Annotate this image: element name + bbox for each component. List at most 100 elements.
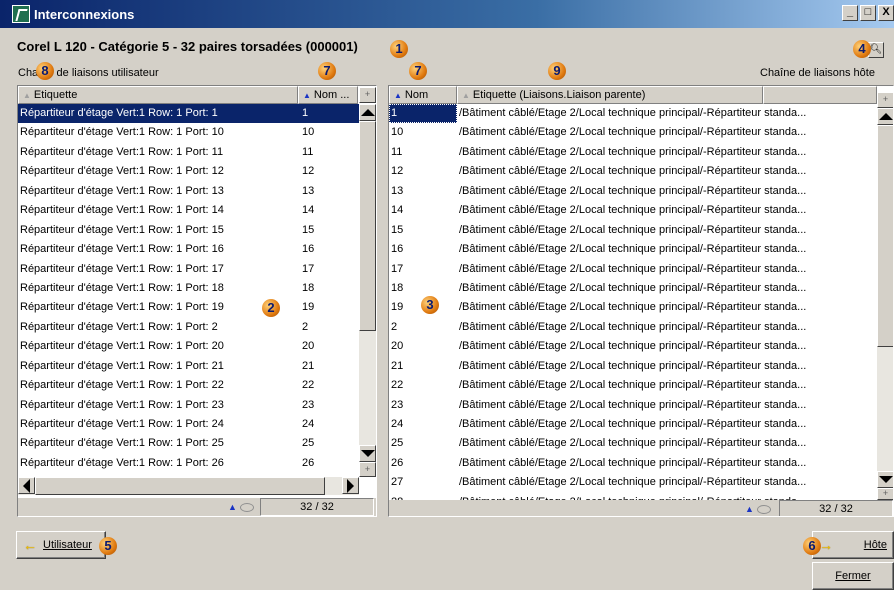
table-row[interactable]: Répartiteur d'étage Vert:1 Row: 1 Port: … bbox=[18, 415, 359, 434]
arrow-down-icon bbox=[878, 476, 893, 483]
scroll-right-button[interactable] bbox=[342, 477, 359, 494]
view-icon bbox=[239, 503, 254, 513]
left-vertical-scrollbar[interactable] bbox=[359, 104, 376, 462]
table-row[interactable]: 14/Bâtiment câblé/Etage 2/Local techniqu… bbox=[389, 201, 877, 220]
table-row[interactable]: 11/Bâtiment câblé/Etage 2/Local techniqu… bbox=[389, 143, 877, 162]
cell-etiquette: Répartiteur d'étage Vert:1 Row: 1 Port: … bbox=[20, 379, 224, 392]
table-row[interactable]: 26/Bâtiment câblé/Etage 2/Local techniqu… bbox=[389, 454, 877, 473]
cell-etiquette: Répartiteur d'étage Vert:1 Row: 1 Port: … bbox=[20, 165, 224, 178]
maximize-button[interactable]: □ bbox=[860, 5, 876, 21]
cell-etiquette-parente: /Bâtiment câblé/Etage 2/Local technique … bbox=[459, 476, 807, 489]
host-link-rows: 1/Bâtiment câblé/Etage 2/Local technique… bbox=[389, 104, 877, 512]
user-button[interactable]: ← Utilisateur bbox=[16, 531, 106, 559]
host-button[interactable]: → Hôte bbox=[812, 531, 894, 559]
table-row[interactable]: Répartiteur d'étage Vert:1 Row: 1 Port: … bbox=[18, 298, 359, 317]
table-row[interactable]: Répartiteur d'étage Vert:1 Row: 1 Port: … bbox=[18, 182, 359, 201]
cell-nom: 14 bbox=[391, 204, 404, 217]
table-row[interactable]: Répartiteur d'étage Vert:1 Row: 1 Port: … bbox=[18, 143, 359, 162]
left-horizontal-scrollbar[interactable] bbox=[18, 477, 359, 495]
table-row[interactable]: Répartiteur d'étage Vert:1 Row: 1 Port: … bbox=[18, 279, 359, 298]
table-row[interactable]: Répartiteur d'étage Vert:1 Row: 1 Port: … bbox=[18, 337, 359, 356]
table-row[interactable]: Répartiteur d'étage Vert:1 Row: 1 Port: … bbox=[18, 260, 359, 279]
table-row[interactable]: Répartiteur d'étage Vert:1 Row: 1 Port: … bbox=[18, 434, 359, 453]
scroll-up-button[interactable] bbox=[877, 108, 893, 125]
right-vertical-scrollbar[interactable] bbox=[877, 108, 893, 488]
scroll-thumb[interactable] bbox=[877, 125, 893, 347]
cell-nom: 10 bbox=[302, 126, 315, 139]
table-row[interactable]: 20/Bâtiment câblé/Etage 2/Local techniqu… bbox=[389, 337, 877, 356]
table-row[interactable]: 17/Bâtiment câblé/Etage 2/Local techniqu… bbox=[389, 260, 877, 279]
table-row[interactable]: 23/Bâtiment câblé/Etage 2/Local techniqu… bbox=[389, 396, 877, 415]
table-row[interactable]: Répartiteur d'étage Vert:1 Row: 1 Port: … bbox=[18, 162, 359, 181]
cell-etiquette-parente: /Bâtiment câblé/Etage 2/Local technique … bbox=[459, 184, 807, 197]
cell-etiquette-parente: /Bâtiment câblé/Etage 2/Local technique … bbox=[459, 243, 807, 256]
table-row[interactable]: Répartiteur d'étage Vert:1 Row: 1 Port: … bbox=[18, 221, 359, 240]
table-row[interactable]: 22/Bâtiment câblé/Etage 2/Local techniqu… bbox=[389, 376, 877, 395]
cell-nom: 22 bbox=[302, 379, 315, 392]
host-link-grid[interactable]: ▲ Nom ▲ Etiquette (Liaisons.Liaison parent… bbox=[388, 85, 894, 517]
cell-etiquette-parente: /Bâtiment câblé/Etage 2/Local technique … bbox=[459, 359, 807, 372]
horizontal-scroll-thumb[interactable] bbox=[35, 477, 325, 495]
callout-marker: 8 bbox=[36, 62, 54, 80]
user-link-grid[interactable]: ▲ Etiquette ▲ Nom ... + Répartiteur d'étag… bbox=[17, 85, 377, 517]
table-row[interactable]: Répartiteur d'étage Vert:1 Row: 1 Port: … bbox=[18, 454, 359, 473]
table-row[interactable]: Répartiteur d'étage Vert:1 Row: 1 Port: … bbox=[18, 357, 359, 376]
callout-marker: 4 bbox=[853, 40, 871, 58]
scroll-left-button[interactable] bbox=[18, 477, 35, 494]
column-header-etiquette[interactable]: ▲ Etiquette bbox=[18, 86, 298, 104]
callout-marker: 1 bbox=[390, 40, 408, 58]
table-row[interactable]: Répartiteur d'étage Vert:1 Row: 1 Port: … bbox=[18, 123, 359, 142]
table-row[interactable]: Répartiteur d'étage Vert:1 Row: 1 Port: … bbox=[18, 104, 359, 124]
table-row[interactable]: Répartiteur d'étage Vert:1 Row: 1 Port: … bbox=[18, 396, 359, 415]
column-header-nom[interactable]: ▲ Nom ... bbox=[298, 86, 358, 104]
table-row[interactable]: 1/Bâtiment câblé/Etage 2/Local technique… bbox=[389, 104, 877, 123]
scroll-down-button[interactable] bbox=[359, 445, 376, 462]
table-row[interactable]: 21/Bâtiment câblé/Etage 2/Local techniqu… bbox=[389, 357, 877, 376]
close-button[interactable]: Fermer bbox=[812, 562, 894, 590]
magnifier-icon: 🔍︎ bbox=[869, 44, 883, 55]
window-titlebar: Interconnexions _ □ X bbox=[0, 0, 894, 28]
cell-nom: 11 bbox=[391, 145, 403, 158]
scroll-up-button[interactable] bbox=[359, 104, 376, 121]
table-row[interactable]: 24/Bâtiment câblé/Etage 2/Local techniqu… bbox=[389, 415, 877, 434]
column-header-empty[interactable] bbox=[763, 86, 877, 104]
cell-nom: 21 bbox=[391, 359, 404, 372]
left-record-count: 32 / 32 bbox=[260, 498, 374, 516]
cell-nom: 20 bbox=[391, 340, 404, 353]
callout-marker: 7 bbox=[318, 62, 336, 80]
table-row[interactable]: Répartiteur d'étage Vert:1 Row: 1 Port: … bbox=[18, 240, 359, 259]
table-row[interactable]: 16/Bâtiment câblé/Etage 2/Local techniqu… bbox=[389, 240, 877, 259]
table-row[interactable]: 15/Bâtiment câblé/Etage 2/Local techniqu… bbox=[389, 221, 877, 240]
cell-nom: 17 bbox=[302, 262, 315, 275]
table-row[interactable]: 2/Bâtiment câblé/Etage 2/Local technique… bbox=[389, 318, 877, 337]
cell-etiquette-parente: /Bâtiment câblé/Etage 2/Local technique … bbox=[459, 437, 807, 450]
table-row[interactable]: 27/Bâtiment câblé/Etage 2/Local techniqu… bbox=[389, 473, 877, 492]
table-row[interactable]: 19/Bâtiment câblé/Etage 2/Local techniqu… bbox=[389, 298, 877, 317]
table-row[interactable]: 18/Bâtiment câblé/Etage 2/Local techniqu… bbox=[389, 279, 877, 298]
expand-button[interactable]: + bbox=[877, 488, 893, 500]
column-chooser-button[interactable]: + bbox=[359, 87, 376, 103]
table-row[interactable]: Répartiteur d'étage Vert:1 Row: 1 Port: … bbox=[18, 201, 359, 220]
table-row[interactable]: 25/Bâtiment câblé/Etage 2/Local techniqu… bbox=[389, 434, 877, 453]
cell-etiquette: Répartiteur d'étage Vert:1 Row: 1 Port: … bbox=[20, 281, 224, 294]
cell-nom: 25 bbox=[391, 437, 404, 450]
column-header-nom[interactable]: ▲ Nom bbox=[389, 86, 457, 104]
minimize-button[interactable]: _ bbox=[842, 5, 858, 21]
expand-button[interactable]: + bbox=[359, 462, 376, 477]
scroll-thumb[interactable] bbox=[359, 121, 376, 331]
table-row[interactable]: Répartiteur d'étage Vert:1 Row: 1 Port: … bbox=[18, 376, 359, 395]
cell-nom: 2 bbox=[391, 320, 398, 333]
close-window-button[interactable]: X bbox=[878, 5, 894, 21]
column-chooser-button[interactable]: + bbox=[877, 92, 893, 108]
table-row[interactable]: 13/Bâtiment câblé/Etage 2/Local techniqu… bbox=[389, 182, 877, 201]
cell-etiquette: Répartiteur d'étage Vert:1 Row: 1 Port: … bbox=[20, 223, 224, 236]
cell-etiquette: Répartiteur d'étage Vert:1 Row: 1 Port: … bbox=[20, 398, 224, 411]
callout-marker: 6 bbox=[803, 537, 821, 555]
column-header-etiquette-parente[interactable]: ▲ Etiquette (Liaisons.Liaison parente) bbox=[457, 86, 763, 104]
table-row[interactable]: 10/Bâtiment câblé/Etage 2/Local techniqu… bbox=[389, 123, 877, 142]
right-record-count: 32 / 32 bbox=[779, 500, 893, 516]
table-row[interactable]: 12/Bâtiment câblé/Etage 2/Local techniqu… bbox=[389, 162, 877, 181]
cell-etiquette: Répartiteur d'étage Vert:1 Row: 1 Port: … bbox=[20, 126, 224, 139]
table-row[interactable]: Répartiteur d'étage Vert:1 Row: 1 Port: … bbox=[18, 318, 359, 337]
scroll-down-button[interactable] bbox=[877, 471, 893, 488]
